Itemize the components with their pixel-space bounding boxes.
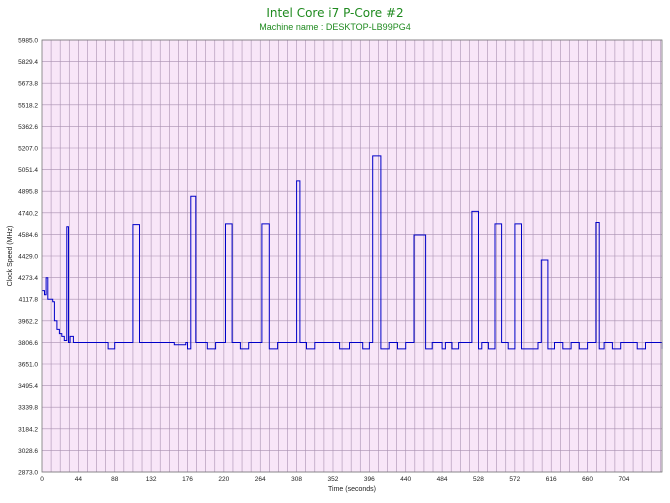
x-tick-label: 660 — [582, 476, 593, 483]
y-tick-label: 4584.6 — [18, 232, 38, 239]
x-axis-label: Time (seconds) — [328, 486, 376, 493]
y-tick-label: 5207.0 — [18, 146, 38, 153]
y-axis-label: Clock Speed (MHz) — [7, 226, 14, 287]
x-tick-label: 0 — [40, 476, 44, 483]
y-tick-label: 3651.0 — [18, 362, 38, 369]
y-tick-label: 3184.2 — [18, 426, 38, 433]
x-tick-label: 88 — [111, 476, 119, 483]
x-tick-label: 396 — [364, 476, 375, 483]
x-tick-label: 176 — [182, 476, 193, 483]
y-tick-label: 3495.4 — [18, 383, 38, 390]
x-axis-ticks: 0 44 88 132 176 220 264 308 352 396 440 484 528 572 61… — [40, 476, 630, 483]
x-tick-label: 132 — [146, 476, 157, 483]
x-tick-label: 484 — [437, 476, 448, 483]
y-tick-label: 2873.0 — [18, 470, 38, 477]
y-tick-label: 3339.8 — [18, 405, 38, 412]
x-tick-label: 308 — [291, 476, 302, 483]
y-tick-label: 4117.8 — [19, 297, 39, 304]
y-tick-label: 3028.6 — [18, 448, 38, 455]
x-tick-label: 220 — [218, 476, 229, 483]
y-tick-label: 5673.8 — [18, 81, 38, 88]
y-tick-label: 4273.4 — [18, 275, 38, 282]
x-tick-label: 44 — [75, 476, 83, 483]
x-tick-label: 704 — [619, 476, 630, 483]
y-tick-label: 5829.4 — [18, 59, 38, 66]
y-tick-label: 4740.2 — [18, 210, 38, 217]
y-tick-label: 5362.6 — [18, 124, 38, 131]
y-tick-label: 5051.4 — [18, 167, 38, 174]
y-tick-label: 3962.2 — [18, 318, 38, 325]
y-tick-label: 4429.0 — [18, 254, 38, 261]
x-tick-label: 264 — [255, 476, 266, 483]
x-tick-label: 528 — [473, 476, 484, 483]
y-tick-label: 3806.6 — [18, 340, 38, 347]
x-tick-label: 616 — [546, 476, 557, 483]
grid-lines — [42, 39, 662, 473]
y-tick-label: 4895.8 — [18, 189, 38, 196]
x-tick-label: 352 — [328, 476, 339, 483]
y-tick-label: 5518.2 — [18, 102, 38, 109]
line-chart: 2873.0 3028.6 3184.2 3339.8 3495.4 3651.0 3806… — [7, 38, 663, 493]
y-axis-ticks: 2873.0 3028.6 3184.2 3339.8 3495.4 3651.0 3806… — [18, 38, 38, 477]
x-tick-label: 572 — [509, 476, 520, 483]
x-tick-label: 440 — [400, 476, 411, 483]
y-tick-label: 5985.0 — [18, 38, 38, 45]
